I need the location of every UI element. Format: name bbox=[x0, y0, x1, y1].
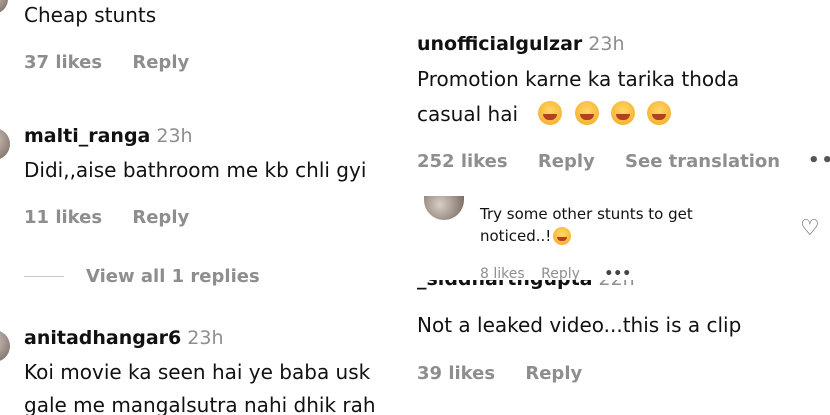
comment-header: malti_ranga 23h bbox=[24, 125, 193, 147]
avatar[interactable] bbox=[0, 330, 10, 362]
comment-text: Didi,,aise bathroom me kb chli gyi bbox=[24, 158, 367, 182]
likes-count[interactable]: 37 likes bbox=[24, 52, 102, 73]
left-comments-panel: Cheap stunts 37 likes Reply malti_ranga 2… bbox=[0, 0, 412, 415]
avatar[interactable] bbox=[0, 128, 10, 160]
like-heart-icon[interactable]: ♡ bbox=[800, 216, 820, 241]
timestamp: 23h bbox=[156, 125, 193, 147]
replies-divider bbox=[24, 276, 64, 277]
likes-count[interactable]: 39 likes bbox=[417, 363, 495, 384]
likes-count[interactable]: 11 likes bbox=[24, 207, 102, 228]
comment-meta: 252 likes Reply See translation bbox=[417, 151, 804, 172]
comment-text-line2: casual hai bbox=[417, 101, 672, 126]
comment-meta: 11 likes Reply bbox=[24, 207, 213, 228]
see-translation-link[interactable]: See translation bbox=[625, 151, 780, 172]
comment-meta: 37 likes Reply bbox=[24, 52, 213, 73]
comment-header: anitadhangar6 23h bbox=[24, 327, 223, 349]
comment-header: _siddharthgupta 22h bbox=[417, 280, 635, 300]
comment-text: Cheap stunts bbox=[24, 3, 157, 27]
timestamp: 23h bbox=[588, 33, 625, 55]
avatar[interactable] bbox=[0, 0, 8, 14]
comment-text: Promotion karne ka tarika thoda bbox=[417, 67, 740, 91]
reply-text: Try some other stunts to get bbox=[480, 205, 693, 223]
username[interactable]: _siddharthgupta bbox=[417, 280, 592, 290]
laughing-emoji-icon bbox=[538, 101, 563, 125]
likes-count[interactable]: 252 likes bbox=[417, 151, 508, 172]
comment-text: gale me mangalsutra nahi dhik rah bbox=[24, 393, 376, 415]
timestamp: 23h bbox=[187, 327, 224, 349]
laughing-emoji-icon bbox=[647, 101, 672, 125]
username[interactable]: unofficialgulzar bbox=[417, 33, 582, 55]
timestamp: 22h bbox=[598, 280, 634, 290]
view-replies-link[interactable]: View all 1 replies bbox=[86, 266, 260, 287]
reply-button[interactable]: Reply bbox=[132, 207, 189, 228]
right-comments-panel: unofficialgulzar 23h Promotion karne ka t… bbox=[412, 0, 830, 415]
laughing-emoji-icon bbox=[574, 101, 599, 125]
username[interactable]: anitadhangar6 bbox=[24, 327, 181, 349]
comment-text: Not a leaked video...this is a clip bbox=[417, 313, 742, 337]
username[interactable]: malti_ranga bbox=[24, 125, 150, 147]
laughing-emoji-icon bbox=[611, 101, 636, 125]
more-options-icon[interactable]: •• bbox=[808, 150, 830, 171]
comment-meta: 39 likes Reply bbox=[417, 363, 606, 384]
laughing-emoji-icon bbox=[553, 227, 572, 245]
reply-text: noticed..! bbox=[480, 227, 552, 245]
reply-text-block: Try some other stunts to get noticed..! bbox=[480, 205, 693, 245]
reply-button[interactable]: Reply bbox=[525, 363, 582, 384]
comment-text: casual hai bbox=[417, 102, 519, 126]
reply-button[interactable]: Reply bbox=[132, 52, 189, 73]
reply-button[interactable]: Reply bbox=[538, 151, 595, 172]
comment-header: unofficialgulzar 23h bbox=[417, 33, 625, 55]
comment-text: Koi movie ka seen hai ye baba usk bbox=[24, 360, 371, 384]
avatar[interactable] bbox=[424, 196, 464, 220]
